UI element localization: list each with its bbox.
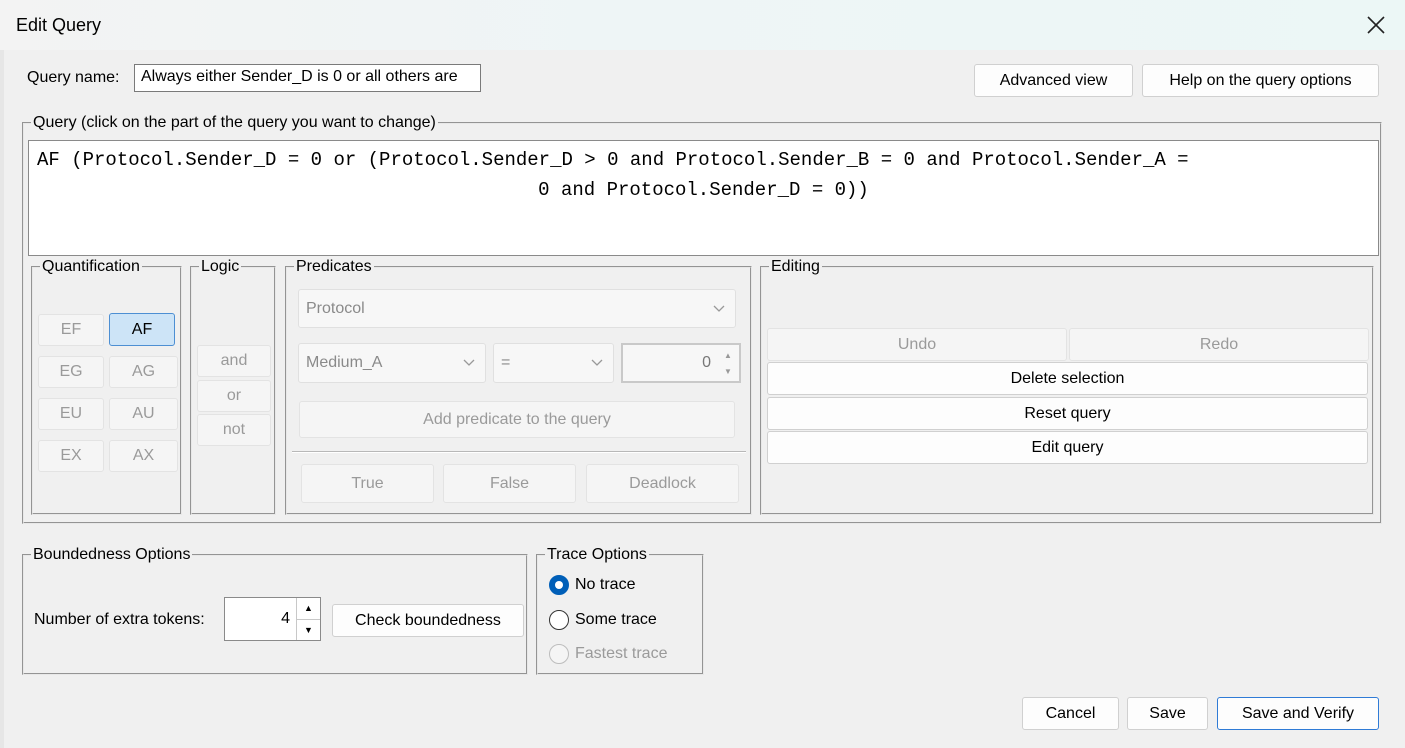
logic-legend: Logic xyxy=(201,258,240,275)
quantifier-ef-button[interactable]: EF xyxy=(38,314,104,346)
radio-icon[interactable] xyxy=(549,610,569,630)
title-bar: Edit Query xyxy=(0,0,1405,50)
quantifier-af-button[interactable]: AF xyxy=(109,313,175,346)
predicate-value: 0 xyxy=(702,354,711,371)
query-text-area[interactable]: AF (Protocol.Sender_D = 0 or (Protocol.S… xyxy=(28,140,1379,256)
logic-not-button[interactable]: not xyxy=(197,414,271,446)
redo-button[interactable]: Redo xyxy=(1069,328,1369,361)
trace-legend: Trace Options xyxy=(547,546,647,563)
spinner-up-icon[interactable]: ▲ xyxy=(297,598,320,619)
quantifier-eu-button[interactable]: EU xyxy=(38,398,104,430)
boundedness-legend: Boundedness Options xyxy=(33,546,191,563)
trace-option-fastest[interactable]: Fastest trace xyxy=(549,644,667,664)
template-select-value: Protocol xyxy=(306,299,365,317)
save-and-verify-button[interactable]: Save and Verify xyxy=(1217,697,1379,730)
quantifier-ag-button[interactable]: AG xyxy=(109,356,178,388)
radio-selected-icon[interactable] xyxy=(549,575,569,595)
trace-option-some[interactable]: Some trace xyxy=(549,610,657,630)
chevron-down-icon xyxy=(591,359,603,366)
operator-select-value: = xyxy=(501,354,511,371)
help-query-options-button[interactable]: Help on the query options xyxy=(1142,64,1379,97)
place-select[interactable]: Medium_A xyxy=(298,343,486,383)
add-predicate-button[interactable]: Add predicate to the query xyxy=(299,401,735,438)
radio-disabled-icon[interactable] xyxy=(549,644,569,664)
spinner-down-icon[interactable]: ▼ xyxy=(719,363,737,379)
predicates-divider xyxy=(292,451,746,453)
trace-option-fastest-label: Fastest trace xyxy=(575,645,668,662)
spinner-up-icon[interactable]: ▲ xyxy=(719,347,737,363)
true-button[interactable]: True xyxy=(301,464,434,503)
query-name-label: Query name: xyxy=(27,69,120,86)
logic-and-button[interactable]: and xyxy=(197,345,271,377)
template-select[interactable]: Protocol xyxy=(298,289,736,328)
undo-button[interactable]: Undo xyxy=(767,328,1067,361)
extra-tokens-value: 4 xyxy=(281,610,290,627)
query-line-2[interactable]: 0 and Protocol.Sender_D = 0)) xyxy=(37,175,1370,205)
operator-select[interactable]: = xyxy=(493,343,614,383)
quantifier-au-button[interactable]: AU xyxy=(109,398,178,430)
advanced-view-button[interactable]: Advanced view xyxy=(974,64,1133,97)
place-select-value: Medium_A xyxy=(306,354,383,371)
close-icon[interactable] xyxy=(1363,12,1389,38)
extra-tokens-label: Number of extra tokens: xyxy=(34,611,205,628)
trace-option-some-label: Some trace xyxy=(575,611,657,628)
spinner-down-icon[interactable]: ▼ xyxy=(297,618,320,641)
extra-tokens-spinner[interactable]: 4 ▲ ▼ xyxy=(224,597,321,641)
background-window-edge xyxy=(0,50,4,748)
query-line-1[interactable]: AF (Protocol.Sender_D = 0 or (Protocol.S… xyxy=(37,145,1370,175)
reset-query-button[interactable]: Reset query xyxy=(767,397,1368,430)
quantifier-ax-button[interactable]: AX xyxy=(109,440,178,472)
chevron-down-icon xyxy=(713,305,725,312)
quantifier-eg-button[interactable]: EG xyxy=(38,356,104,388)
quantification-legend: Quantification xyxy=(42,258,140,275)
cancel-button[interactable]: Cancel xyxy=(1022,697,1119,730)
predicates-legend: Predicates xyxy=(296,258,372,275)
predicate-value-spinner[interactable]: 0 ▲ ▼ xyxy=(621,343,741,383)
trace-option-none-label: No trace xyxy=(575,576,636,593)
trace-option-none[interactable]: No trace xyxy=(549,575,635,595)
query-name-input[interactable]: Always either Sender_D is 0 or all other… xyxy=(134,64,481,92)
edit-query-button[interactable]: Edit query xyxy=(767,431,1368,464)
logic-or-button[interactable]: or xyxy=(197,380,271,412)
false-button[interactable]: False xyxy=(443,464,576,503)
query-group-legend: Query (click on the part of the query yo… xyxy=(33,114,436,131)
deadlock-button[interactable]: Deadlock xyxy=(586,464,739,503)
window-title: Edit Query xyxy=(16,15,102,35)
save-button[interactable]: Save xyxy=(1127,697,1208,730)
chevron-down-icon xyxy=(463,359,475,366)
delete-selection-button[interactable]: Delete selection xyxy=(767,362,1368,395)
check-boundedness-button[interactable]: Check boundedness xyxy=(332,604,524,637)
quantifier-ex-button[interactable]: EX xyxy=(38,440,104,472)
editing-legend: Editing xyxy=(771,258,820,275)
